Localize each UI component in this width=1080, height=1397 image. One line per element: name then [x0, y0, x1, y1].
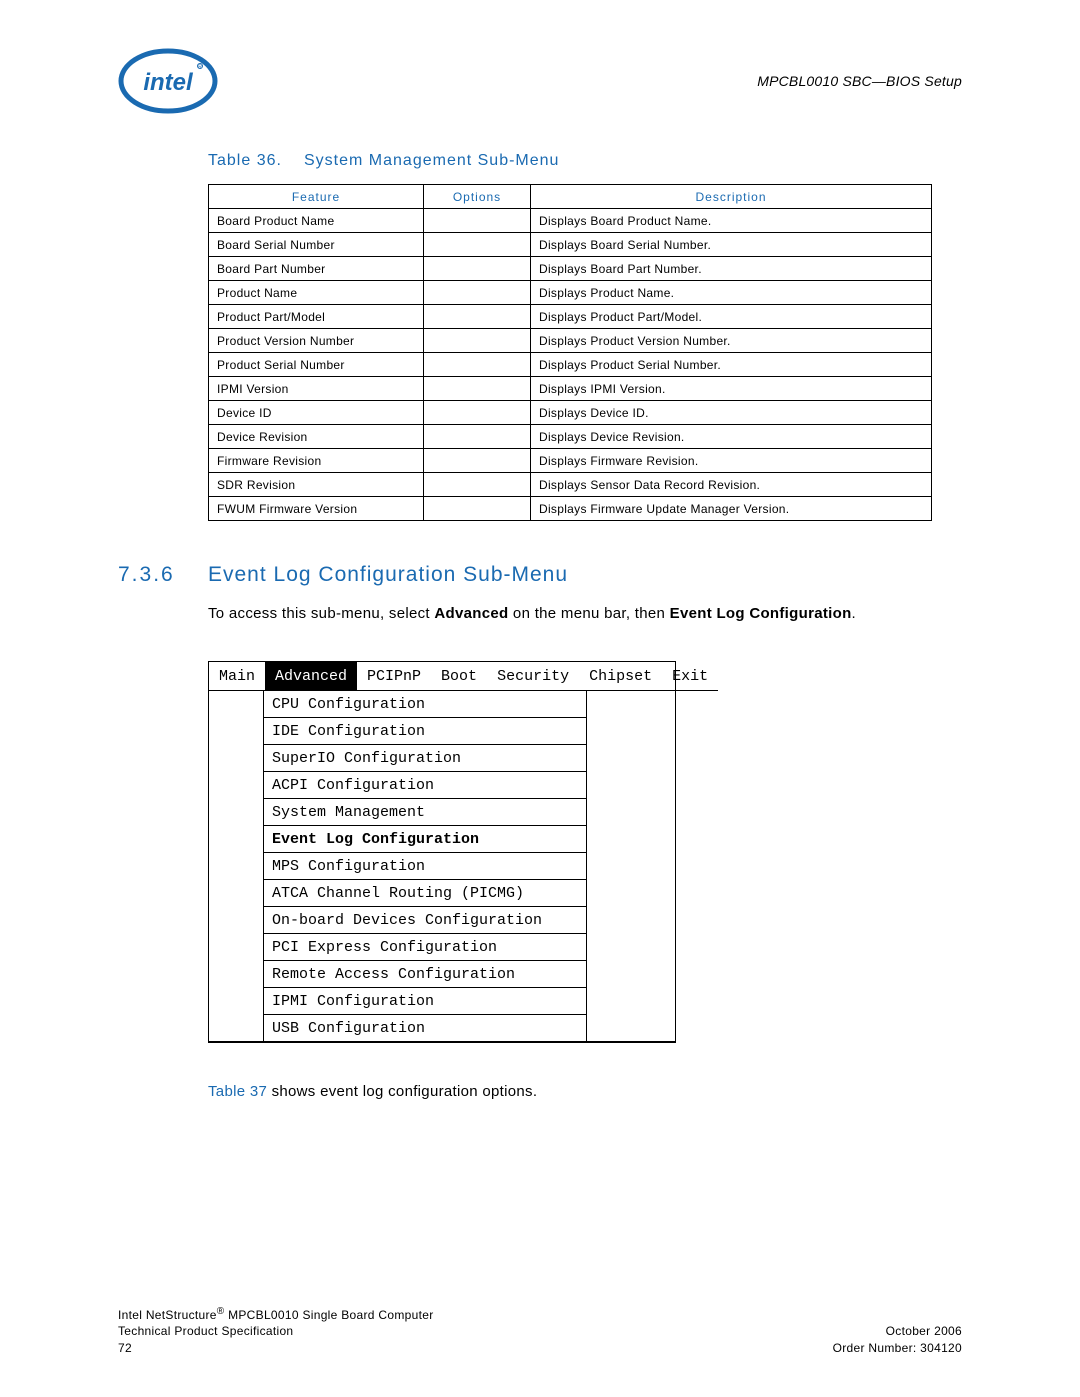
cell-feature: Device ID — [209, 401, 424, 425]
section-body: To access this sub-menu, select Advanced… — [208, 603, 962, 625]
table-row: IPMI Version Displays IPMI Version. — [209, 377, 932, 401]
cell-options — [424, 377, 531, 401]
bios-item[interactable]: PCI Express Configuration — [264, 934, 586, 961]
cell-options — [424, 353, 531, 377]
table36-header-options: Options — [424, 185, 531, 209]
bios-tab-exit[interactable]: Exit — [662, 662, 718, 691]
table-row: Firmware Revision Displays Firmware Revis… — [209, 449, 932, 473]
cell-options — [424, 473, 531, 497]
cell-options — [424, 233, 531, 257]
cell-options — [424, 425, 531, 449]
table-row: Board Part Number Displays Board Part Num… — [209, 257, 932, 281]
section-heading: 7.3.6 Event Log Configuration Sub-Menu — [118, 563, 962, 587]
table-row: FWUM Firmware Version Displays Firmware U… — [209, 497, 932, 521]
cell-feature: Device Revision — [209, 425, 424, 449]
cell-description: Displays Device ID. — [531, 401, 932, 425]
cell-feature: Product Version Number — [209, 329, 424, 353]
cell-description: Displays Product Serial Number. — [531, 353, 932, 377]
footer-left: Intel NetStructure® MPCBL0010 Single Boa… — [118, 1305, 434, 1357]
bios-item[interactable]: IPMI Configuration — [264, 988, 586, 1015]
cell-description: Displays IPMI Version. — [531, 377, 932, 401]
cell-description: Displays Firmware Revision. — [531, 449, 932, 473]
table-row: Board Product Name Displays Board Product… — [209, 209, 932, 233]
bios-tab-pcipnp[interactable]: PCIPnP — [357, 662, 431, 691]
cell-feature: Board Product Name — [209, 209, 424, 233]
bios-item[interactable]: On-board Devices Configuration — [264, 907, 586, 934]
cell-feature: Board Serial Number — [209, 233, 424, 257]
bios-item[interactable]: ACPI Configuration — [264, 772, 586, 799]
bios-menu-figure: MainAdvancedPCIPnPBootSecurityChipsetExi… — [208, 661, 676, 1043]
cell-description: Displays Firmware Update Manager Version… — [531, 497, 932, 521]
table-row: Device Revision Displays Device Revision. — [209, 425, 932, 449]
cell-description: Displays Device Revision. — [531, 425, 932, 449]
bios-tab-chipset[interactable]: Chipset — [579, 662, 662, 691]
intel-logo-icon: intel R — [118, 48, 218, 114]
cell-description: Displays Product Name. — [531, 281, 932, 305]
cell-options — [424, 329, 531, 353]
cell-feature: Product Serial Number — [209, 353, 424, 377]
cell-options — [424, 209, 531, 233]
cell-options — [424, 401, 531, 425]
cell-options — [424, 257, 531, 281]
table37-reference: Table 37 shows event log configuration o… — [208, 1083, 962, 1100]
bios-item[interactable]: SuperIO Configuration — [264, 745, 586, 772]
bios-item[interactable]: IDE Configuration — [264, 718, 586, 745]
table-row: Product Part/Model Displays Product Part/… — [209, 305, 932, 329]
bios-item[interactable]: Event Log Configuration — [264, 826, 586, 853]
table36-header-description: Description — [531, 185, 932, 209]
cell-options — [424, 281, 531, 305]
svg-text:R: R — [198, 65, 202, 71]
section-title: Event Log Configuration Sub-Menu — [208, 563, 568, 587]
table36-caption-num: Table 36. — [208, 152, 304, 170]
section-number: 7.3.6 — [118, 563, 208, 587]
cell-description: Displays Board Serial Number. — [531, 233, 932, 257]
table36-header-feature: Feature — [209, 185, 424, 209]
table-row: Board Serial Number Displays Board Serial… — [209, 233, 932, 257]
cell-description: Displays Product Version Number. — [531, 329, 932, 353]
table-row: Device ID Displays Device ID. — [209, 401, 932, 425]
table-row: Product Serial Number Displays Product Se… — [209, 353, 932, 377]
cell-description: Displays Board Product Name. — [531, 209, 932, 233]
bios-item[interactable]: System Management — [264, 799, 586, 826]
page-footer: Intel NetStructure® MPCBL0010 Single Boa… — [118, 1285, 962, 1397]
table37-link[interactable]: Table 37 — [208, 1083, 267, 1100]
cell-description: Displays Product Part/Model. — [531, 305, 932, 329]
cell-description: Displays Board Part Number. — [531, 257, 932, 281]
svg-text:intel: intel — [143, 69, 194, 96]
cell-feature: IPMI Version — [209, 377, 424, 401]
bios-submenu-list: CPU ConfigurationIDE ConfigurationSuperI… — [263, 691, 587, 1041]
cell-feature: Product Name — [209, 281, 424, 305]
bios-menu-bar: MainAdvancedPCIPnPBootSecurityChipsetExi… — [209, 662, 675, 691]
cell-description: Displays Sensor Data Record Revision. — [531, 473, 932, 497]
cell-feature: SDR Revision — [209, 473, 424, 497]
cell-feature: FWUM Firmware Version — [209, 497, 424, 521]
table-row: Product Name Displays Product Name. — [209, 281, 932, 305]
bios-tab-main[interactable]: Main — [209, 662, 265, 691]
footer-right: October 2006 Order Number: 304120 — [833, 1323, 962, 1357]
bios-item[interactable]: CPU Configuration — [264, 691, 586, 718]
table36-caption: Table 36.System Management Sub-Menu — [208, 152, 962, 170]
bios-tab-boot[interactable]: Boot — [431, 662, 487, 691]
table36: Feature Options Description Board Produc… — [208, 184, 932, 521]
cell-options — [424, 305, 531, 329]
bios-tab-security[interactable]: Security — [487, 662, 579, 691]
cell-options — [424, 497, 531, 521]
cell-feature: Firmware Revision — [209, 449, 424, 473]
cell-options — [424, 449, 531, 473]
cell-feature: Board Part Number — [209, 257, 424, 281]
bios-item[interactable]: Remote Access Configuration — [264, 961, 586, 988]
cell-feature: Product Part/Model — [209, 305, 424, 329]
table-row: Product Version Number Displays Product V… — [209, 329, 932, 353]
bios-tab-advanced[interactable]: Advanced — [265, 662, 357, 691]
table-row: SDR Revision Displays Sensor Data Record … — [209, 473, 932, 497]
bios-item[interactable]: ATCA Channel Routing (PICMG) — [264, 880, 586, 907]
bios-item[interactable]: MPS Configuration — [264, 853, 586, 880]
table36-caption-title: System Management Sub-Menu — [304, 152, 559, 169]
page-header: intel R MPCBL0010 SBC—BIOS Setup — [118, 48, 962, 114]
bios-item[interactable]: USB Configuration — [264, 1015, 586, 1041]
header-doc-title: MPCBL0010 SBC—BIOS Setup — [757, 73, 962, 89]
